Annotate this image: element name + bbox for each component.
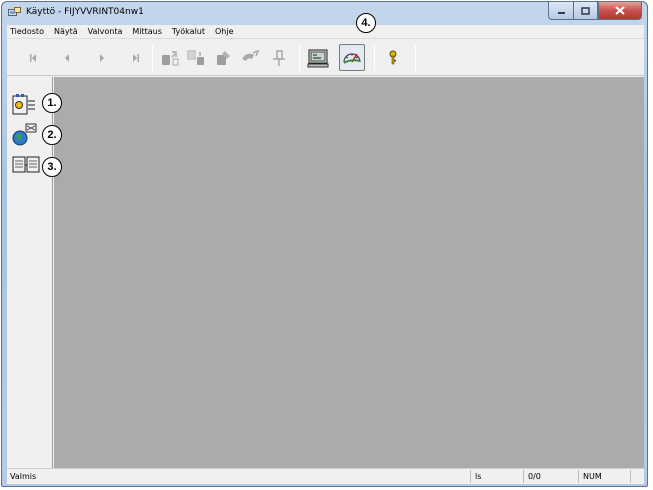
previous-record-button[interactable] [54, 44, 80, 71]
close-icon [615, 6, 625, 15]
status-panel-ls: ls [470, 470, 518, 483]
window-title: Käyttö - FIJYVVRINT04nw1 [26, 7, 144, 17]
last-record-icon [133, 53, 139, 62]
first-record-icon [30, 53, 36, 62]
client-area: Tiedosto Näytä Valvonta Mittaus Työkalut… [7, 25, 644, 484]
resize-grip[interactable] [630, 470, 642, 483]
download-button[interactable] [183, 44, 209, 71]
minimize-icon [557, 11, 565, 14]
menu-valvonta[interactable]: Valvonta [83, 25, 128, 39]
menu-nayta[interactable]: Näytä [49, 25, 83, 39]
previous-record-icon [65, 53, 69, 62]
callout-4: 4. [356, 13, 376, 33]
drive-list-icon [12, 94, 35, 115]
status-text: Valmis [10, 472, 37, 481]
title-bar[interactable]: Käyttö - FIJYVVRINT04nw1 [2, 2, 647, 24]
drive-tool-icon [217, 50, 230, 65]
toolbar-separator [299, 45, 300, 71]
application-window: Käyttö - FIJYVVRINT04nw1 Tiedosto Näytä … [1, 1, 648, 487]
toolbar [7, 40, 644, 76]
menu-ohje[interactable]: Ohje [210, 25, 239, 39]
download-from-drive-icon [187, 50, 204, 65]
parameter-edit-button[interactable] [237, 44, 263, 71]
key-button[interactable] [380, 44, 406, 71]
monitor-panel-button[interactable] [305, 44, 331, 71]
status-bar: Valmis ls 0/0 NUM [7, 468, 644, 484]
speed-gauge-button[interactable] [339, 44, 365, 71]
toolbar-separator [415, 45, 416, 71]
status-panel-num: NUM [578, 470, 626, 483]
callout-2: 2. [42, 125, 62, 145]
speed-gauge-icon [343, 52, 361, 64]
network-globe-icon [12, 123, 37, 146]
key-icon [389, 50, 397, 64]
pin-button[interactable] [266, 44, 292, 71]
upload-button[interactable] [157, 44, 183, 71]
status-panel-count: 0/0 [523, 470, 573, 483]
upload-to-drive-icon [162, 50, 179, 65]
window-controls [548, 2, 642, 20]
callout-3: 3. [42, 157, 62, 177]
app-icon [8, 7, 21, 16]
first-record-button[interactable] [20, 44, 46, 71]
workspace-area[interactable] [54, 77, 644, 468]
menu-mittaus[interactable]: Mittaus [127, 25, 167, 39]
callout-1: 1. [42, 93, 62, 113]
next-record-button[interactable] [89, 44, 115, 71]
menu-tyokalut[interactable]: Työkalut [167, 25, 210, 39]
toolbar-separator [152, 45, 153, 71]
minimize-button[interactable] [548, 2, 573, 20]
monitor-panel-icon [307, 49, 329, 67]
last-record-button[interactable] [123, 44, 149, 71]
maximize-button[interactable] [573, 2, 598, 20]
compare-drives-icon [12, 156, 40, 173]
pin-icon [273, 49, 285, 66]
close-button[interactable] [598, 2, 642, 20]
maximize-icon [581, 6, 590, 15]
toolbar-separator [374, 45, 375, 71]
next-record-icon [100, 53, 104, 62]
menu-bar: Tiedosto Näytä Valvonta Mittaus Työkalut… [7, 25, 644, 39]
menu-tiedosto[interactable]: Tiedosto [7, 25, 49, 39]
parameter-edit-icon [242, 49, 260, 61]
drive-tool-button[interactable] [210, 44, 236, 71]
